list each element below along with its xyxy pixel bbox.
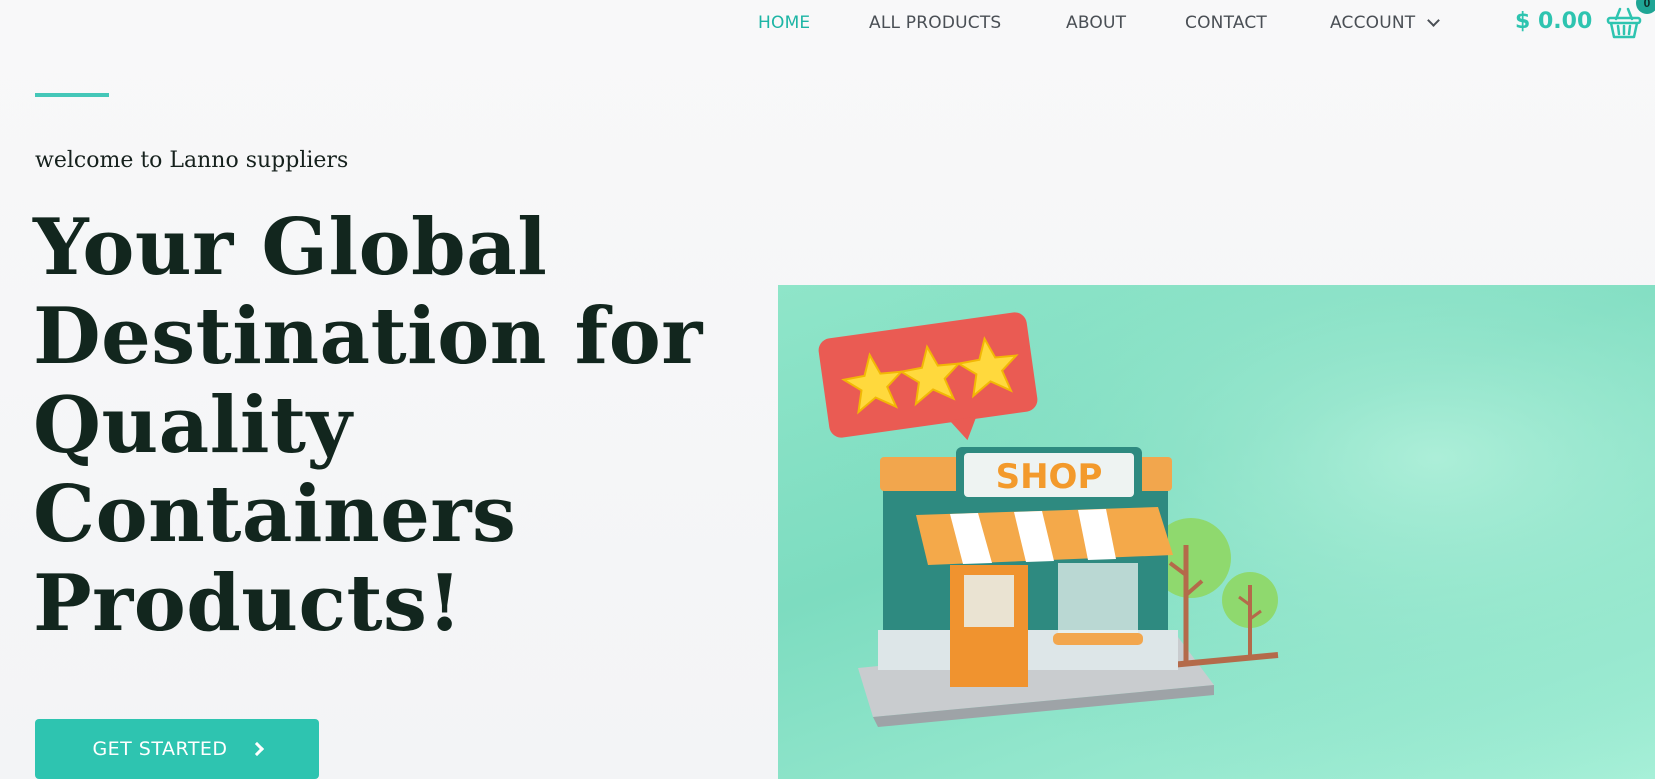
chevron-right-icon xyxy=(249,741,264,757)
chevron-down-icon xyxy=(1427,14,1441,27)
basket-icon[interactable] xyxy=(1606,6,1642,40)
shop-sign-text: SHOP xyxy=(996,457,1103,497)
get-started-label: GET STARTED xyxy=(92,738,228,760)
nav-contact[interactable]: CONTACT xyxy=(1185,13,1267,33)
hero-headline: Your Global Destination for Quality Cont… xyxy=(33,202,703,649)
main-nav: HOME ALL PRODUCTS ABOUT CONTACT ACCOUNT … xyxy=(0,0,1655,48)
cart-total[interactable]: $ 0.00 xyxy=(1515,9,1592,34)
hero-shop-illustration: SHOP xyxy=(778,285,1655,779)
nav-account[interactable]: ACCOUNT xyxy=(1330,13,1441,33)
get-started-button[interactable]: GET STARTED xyxy=(35,719,319,779)
accent-divider xyxy=(35,93,109,97)
hero-eyebrow: welcome to Lanno suppliers xyxy=(35,148,349,173)
nav-account-label: ACCOUNT xyxy=(1330,13,1416,33)
nav-all-products[interactable]: ALL PRODUCTS xyxy=(869,13,1001,33)
nav-home[interactable]: HOME xyxy=(758,13,810,33)
nav-about[interactable]: ABOUT xyxy=(1066,13,1126,33)
